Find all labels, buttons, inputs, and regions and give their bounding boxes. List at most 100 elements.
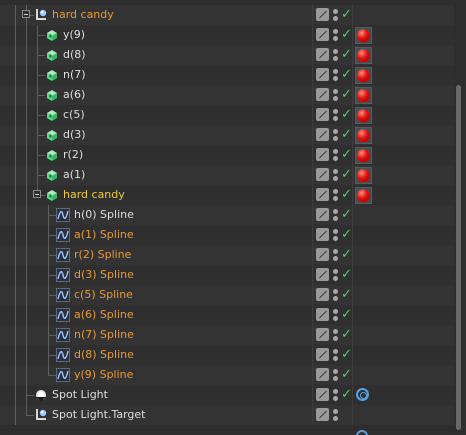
layer-toggle-icon[interactable] xyxy=(316,288,329,301)
tree-row[interactable]: a(6) Spline ✓ xyxy=(0,305,454,325)
layer-toggle-icon[interactable] xyxy=(316,308,329,321)
object-name[interactable]: Spot Light xyxy=(52,388,108,402)
collapse-toggle-icon[interactable] xyxy=(22,10,30,18)
layer-toggle-icon[interactable] xyxy=(316,408,329,421)
tree-row[interactable]: c(5) ✓ xyxy=(0,105,454,125)
visibility-dots-icon[interactable] xyxy=(333,28,339,42)
object-name[interactable]: c(5) xyxy=(63,108,85,122)
tree-row[interactable]: hard candy ✓ xyxy=(0,185,454,205)
object-name[interactable]: d(3) Spline xyxy=(74,268,134,282)
object-name[interactable]: r(2) xyxy=(63,148,83,162)
layer-toggle-icon[interactable] xyxy=(316,388,329,401)
object-name[interactable]: d(8) xyxy=(63,48,86,62)
tree-row[interactable]: h(0) Spline ✓ xyxy=(0,205,454,225)
layer-toggle-icon[interactable] xyxy=(316,268,329,281)
layer-toggle-icon[interactable] xyxy=(316,68,329,81)
object-name[interactable]: n(7) xyxy=(63,68,86,82)
visibility-dots-icon[interactable] xyxy=(333,368,339,382)
tree-row[interactable]: d(8) Spline ✓ xyxy=(0,345,454,365)
material-tag-icon[interactable] xyxy=(355,67,372,84)
object-name[interactable]: y(9) Spline xyxy=(74,368,133,382)
material-tag-icon[interactable] xyxy=(355,147,372,164)
enabled-check-icon[interactable]: ✓ xyxy=(341,348,352,362)
object-name[interactable]: c(5) Spline xyxy=(74,288,133,302)
layer-toggle-icon[interactable] xyxy=(316,248,329,261)
material-tag-icon[interactable] xyxy=(355,127,372,144)
material-tag-icon[interactable] xyxy=(355,47,372,64)
object-name[interactable]: h(0) Spline xyxy=(74,208,134,222)
layer-toggle-icon[interactable] xyxy=(316,368,329,381)
layer-toggle-icon[interactable] xyxy=(316,108,329,121)
visibility-dots-icon[interactable] xyxy=(333,8,339,22)
tree-row[interactable]: Spot Light.Target xyxy=(0,405,454,425)
tree-row[interactable]: r(2) Spline ✓ xyxy=(0,245,454,265)
enabled-check-icon[interactable]: ✓ xyxy=(341,108,352,122)
enabled-check-icon[interactable]: ✓ xyxy=(341,328,352,342)
enabled-check-icon[interactable]: ✓ xyxy=(341,148,352,162)
tree-row[interactable]: a(6) ✓ xyxy=(0,85,454,105)
collapse-toggle-icon[interactable] xyxy=(33,190,41,198)
visibility-dots-icon[interactable] xyxy=(333,328,339,342)
object-name[interactable]: n(7) Spline xyxy=(74,328,134,342)
tree-row[interactable]: y(9) ✓ xyxy=(0,25,454,45)
object-name[interactable]: d(8) Spline xyxy=(74,348,134,362)
layer-toggle-icon[interactable] xyxy=(316,168,329,181)
tree-row[interactable]: d(3) Spline ✓ xyxy=(0,265,454,285)
target-tag-icon[interactable] xyxy=(356,388,369,401)
visibility-dots-icon[interactable] xyxy=(333,288,339,302)
object-name[interactable]: hard candy xyxy=(63,188,125,202)
enabled-check-icon[interactable]: ✓ xyxy=(341,68,352,82)
enabled-check-icon[interactable]: ✓ xyxy=(341,248,352,262)
enabled-check-icon[interactable]: ✓ xyxy=(341,28,352,42)
tree-row[interactable]: c(5) Spline ✓ xyxy=(0,285,454,305)
layer-toggle-icon[interactable] xyxy=(316,48,329,61)
object-name[interactable]: a(6) Spline xyxy=(74,308,134,322)
visibility-dots-icon[interactable] xyxy=(333,208,339,222)
layer-toggle-icon[interactable] xyxy=(316,88,329,101)
enabled-check-icon[interactable]: ✓ xyxy=(341,228,352,242)
object-name[interactable]: d(3) xyxy=(63,128,86,142)
tree-row[interactable]: r(2) ✓ xyxy=(0,145,454,165)
layer-toggle-icon[interactable] xyxy=(316,188,329,201)
object-name[interactable]: a(6) xyxy=(63,88,85,102)
layer-toggle-icon[interactable] xyxy=(316,328,329,341)
visibility-dots-icon[interactable] xyxy=(333,348,339,362)
enabled-check-icon[interactable]: ✓ xyxy=(341,308,352,322)
material-tag-icon[interactable] xyxy=(355,167,372,184)
enabled-check-icon[interactable]: ✓ xyxy=(341,388,352,402)
tree-row[interactable]: a(1) Spline ✓ xyxy=(0,225,454,245)
enabled-check-icon[interactable]: ✓ xyxy=(341,48,352,62)
layer-toggle-icon[interactable] xyxy=(316,228,329,241)
visibility-dots-icon[interactable] xyxy=(333,408,339,422)
enabled-check-icon[interactable]: ✓ xyxy=(341,168,352,182)
tree-row[interactable]: d(8) ✓ xyxy=(0,45,454,65)
layer-toggle-icon[interactable] xyxy=(316,148,329,161)
enabled-check-icon[interactable]: ✓ xyxy=(341,368,352,382)
tree-row[interactable]: y(9) Spline ✓ xyxy=(0,365,454,385)
layer-toggle-icon[interactable] xyxy=(316,348,329,361)
enabled-check-icon[interactable]: ✓ xyxy=(341,88,352,102)
visibility-dots-icon[interactable] xyxy=(333,48,339,62)
visibility-dots-icon[interactable] xyxy=(333,248,339,262)
layer-toggle-icon[interactable] xyxy=(316,28,329,41)
tree-row[interactable]: n(7) ✓ xyxy=(0,65,454,85)
enabled-check-icon[interactable]: ✓ xyxy=(341,208,352,222)
visibility-dots-icon[interactable] xyxy=(333,268,339,282)
object-name[interactable]: Spot Light.Target xyxy=(52,408,145,422)
visibility-dots-icon[interactable] xyxy=(333,168,339,182)
visibility-dots-icon[interactable] xyxy=(333,88,339,102)
tree-row[interactable]: n(7) Spline ✓ xyxy=(0,325,454,345)
visibility-dots-icon[interactable] xyxy=(333,128,339,142)
layer-toggle-icon[interactable] xyxy=(316,8,329,21)
tree-row[interactable]: d(3) ✓ xyxy=(0,125,454,145)
object-name[interactable]: a(1) xyxy=(63,168,85,182)
object-name[interactable]: r(2) Spline xyxy=(74,248,131,262)
tree-row[interactable]: Spot Light ✓ xyxy=(0,385,454,405)
layer-toggle-icon[interactable] xyxy=(316,208,329,221)
enabled-check-icon[interactable]: ✓ xyxy=(341,188,352,202)
visibility-dots-icon[interactable] xyxy=(333,228,339,242)
object-name[interactable]: hard candy xyxy=(52,8,114,22)
visibility-dots-icon[interactable] xyxy=(333,108,339,122)
visibility-dots-icon[interactable] xyxy=(333,68,339,82)
enabled-check-icon[interactable]: ✓ xyxy=(341,128,352,142)
